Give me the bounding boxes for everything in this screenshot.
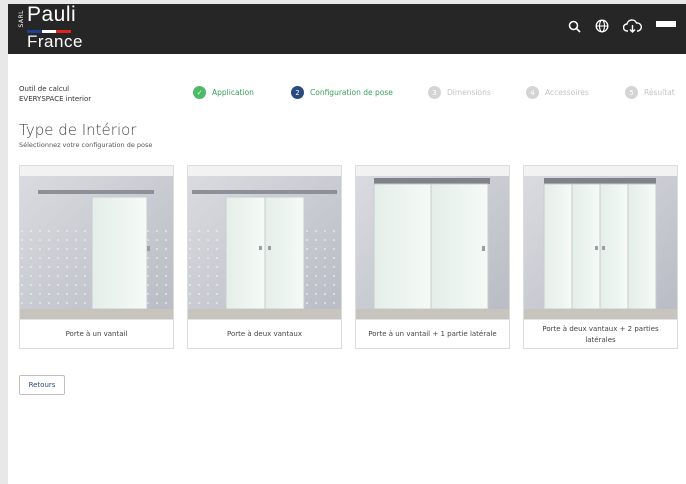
step-label: Configuration de pose bbox=[310, 88, 393, 97]
step-configuration[interactable]: 2 Configuration de pose bbox=[291, 86, 393, 99]
option-card-single-door[interactable]: Porte à un vantail bbox=[19, 165, 174, 349]
step-dimensions[interactable]: 3 Dimensions bbox=[428, 86, 491, 99]
logo-pauli-text: Pauli bbox=[27, 3, 77, 26]
menu-icon[interactable] bbox=[656, 20, 676, 35]
cloud-download-icon[interactable] bbox=[622, 18, 642, 37]
option-card-double-door-two-side-panels[interactable]: Porte à deux vantaux + 2 parties latéral… bbox=[523, 165, 678, 349]
pauli-france-logo[interactable]: SARL Pauli France bbox=[18, 3, 98, 51]
tool-product: EVERYSPACE interior bbox=[19, 95, 92, 103]
option-caption: Porte à deux vantaux + 2 parties latéral… bbox=[524, 319, 677, 349]
step-number: 5 bbox=[625, 86, 638, 99]
step-number: 3 bbox=[428, 86, 441, 99]
option-caption: Porte à un vantail bbox=[20, 319, 173, 349]
step-application[interactable]: ✓ Application bbox=[193, 86, 254, 99]
back-button[interactable]: Retours bbox=[19, 375, 65, 395]
step-label: Application bbox=[212, 88, 254, 97]
double-door-illustration bbox=[188, 166, 341, 319]
step-accessoires[interactable]: 4 Accessoires bbox=[526, 86, 589, 99]
logo-sarl-text: SARL bbox=[18, 10, 25, 28]
step-label: Accessoires bbox=[545, 88, 589, 97]
tool-title: Outil de calcul bbox=[19, 85, 70, 93]
option-card-single-door-side-panel[interactable]: Porte à un vantail + 1 partie latérale bbox=[355, 165, 510, 349]
single-door-side-panel-illustration bbox=[356, 166, 509, 319]
search-icon[interactable] bbox=[568, 18, 581, 37]
step-number: 2 bbox=[291, 86, 304, 99]
page-frame: SARL Pauli France Outil de calcul EVERYS… bbox=[8, 3, 686, 484]
globe-icon[interactable] bbox=[595, 18, 609, 37]
page-title: Type de Intérior bbox=[19, 121, 137, 139]
double-door-two-side-panels-illustration bbox=[524, 166, 677, 319]
option-card-double-door[interactable]: Porte à deux vantaux bbox=[187, 165, 342, 349]
step-resultat[interactable]: 5 Résultat bbox=[625, 86, 675, 99]
step-label: Résultat bbox=[644, 88, 675, 97]
step-label: Dimensions bbox=[447, 88, 491, 97]
option-caption: Porte à un vantail + 1 partie latérale bbox=[356, 319, 509, 349]
single-door-illustration bbox=[20, 166, 173, 319]
header-icons bbox=[568, 18, 676, 37]
logo-france-text: France bbox=[27, 32, 83, 51]
calculator-label: Outil de calcul EVERYSPACE interior bbox=[19, 84, 91, 104]
step-progress: ✓ Application 2 Configuration de pose 3 … bbox=[193, 86, 678, 100]
option-caption: Porte à deux vantaux bbox=[188, 319, 341, 349]
top-header: SARL Pauli France bbox=[8, 3, 686, 54]
page-subtitle: Sélectionnez votre configuration de pose bbox=[19, 141, 153, 149]
step-number: 4 bbox=[526, 86, 539, 99]
check-icon: ✓ bbox=[193, 86, 206, 99]
